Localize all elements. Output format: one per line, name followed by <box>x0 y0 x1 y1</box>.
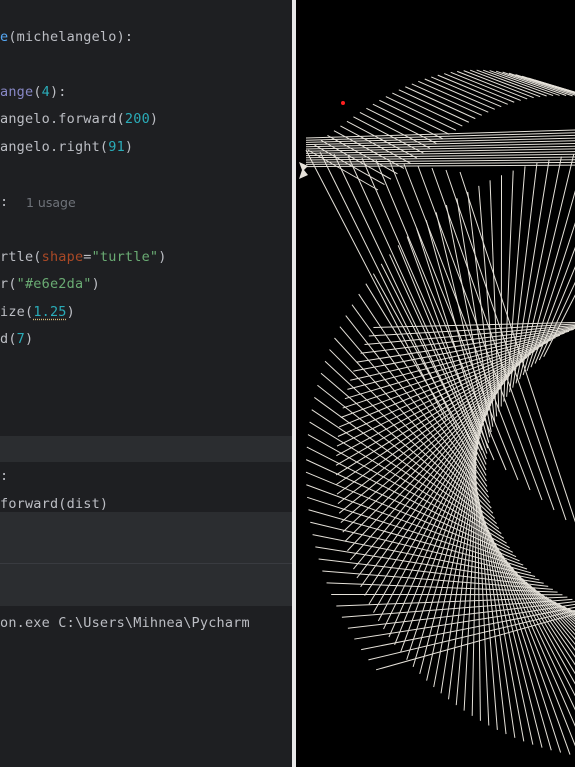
turtle-canvas <box>296 0 575 767</box>
run-console[interactable]: on.exe C:\Users\Mihnea\Pycharm <box>0 606 292 767</box>
code-line-4: angelo.right(91) <box>0 139 134 155</box>
lower-code-line-2: forward(dist) <box>0 496 109 512</box>
turtle-graphics-window <box>296 0 575 767</box>
code-line-9: d(7) <box>0 331 34 347</box>
usage-hint[interactable]: 1 usage <box>26 195 76 210</box>
editor-sticky-bar <box>0 436 292 462</box>
code-line-3: angelo.forward(200) <box>0 111 159 127</box>
code-line-8: ize(1.25) <box>0 304 75 320</box>
code-line-5: : <box>0 194 9 210</box>
run-tool-window-header[interactable] <box>0 512 292 564</box>
console-command-line: on.exe C:\Users\Mihnea\Pycharm <box>0 615 250 631</box>
code-line-1: e(michelangelo): <box>0 29 134 45</box>
code-line-2: ange(4): <box>0 84 67 100</box>
pycharm-ide-panel: e(michelangelo): ange(4): angelo.forward… <box>0 0 292 767</box>
code-line-6: rtle(shape="turtle") <box>0 249 167 265</box>
run-tool-window-toolbar[interactable] <box>0 564 292 606</box>
lower-code-editor[interactable]: : forward(dist) <box>0 462 292 512</box>
code-line-7: r("#e6e2da") <box>0 276 100 292</box>
red-dot <box>341 101 345 105</box>
lower-code-line-1: : <box>0 468 9 484</box>
code-editor[interactable]: e(michelangelo): ange(4): angelo.forward… <box>0 0 292 436</box>
